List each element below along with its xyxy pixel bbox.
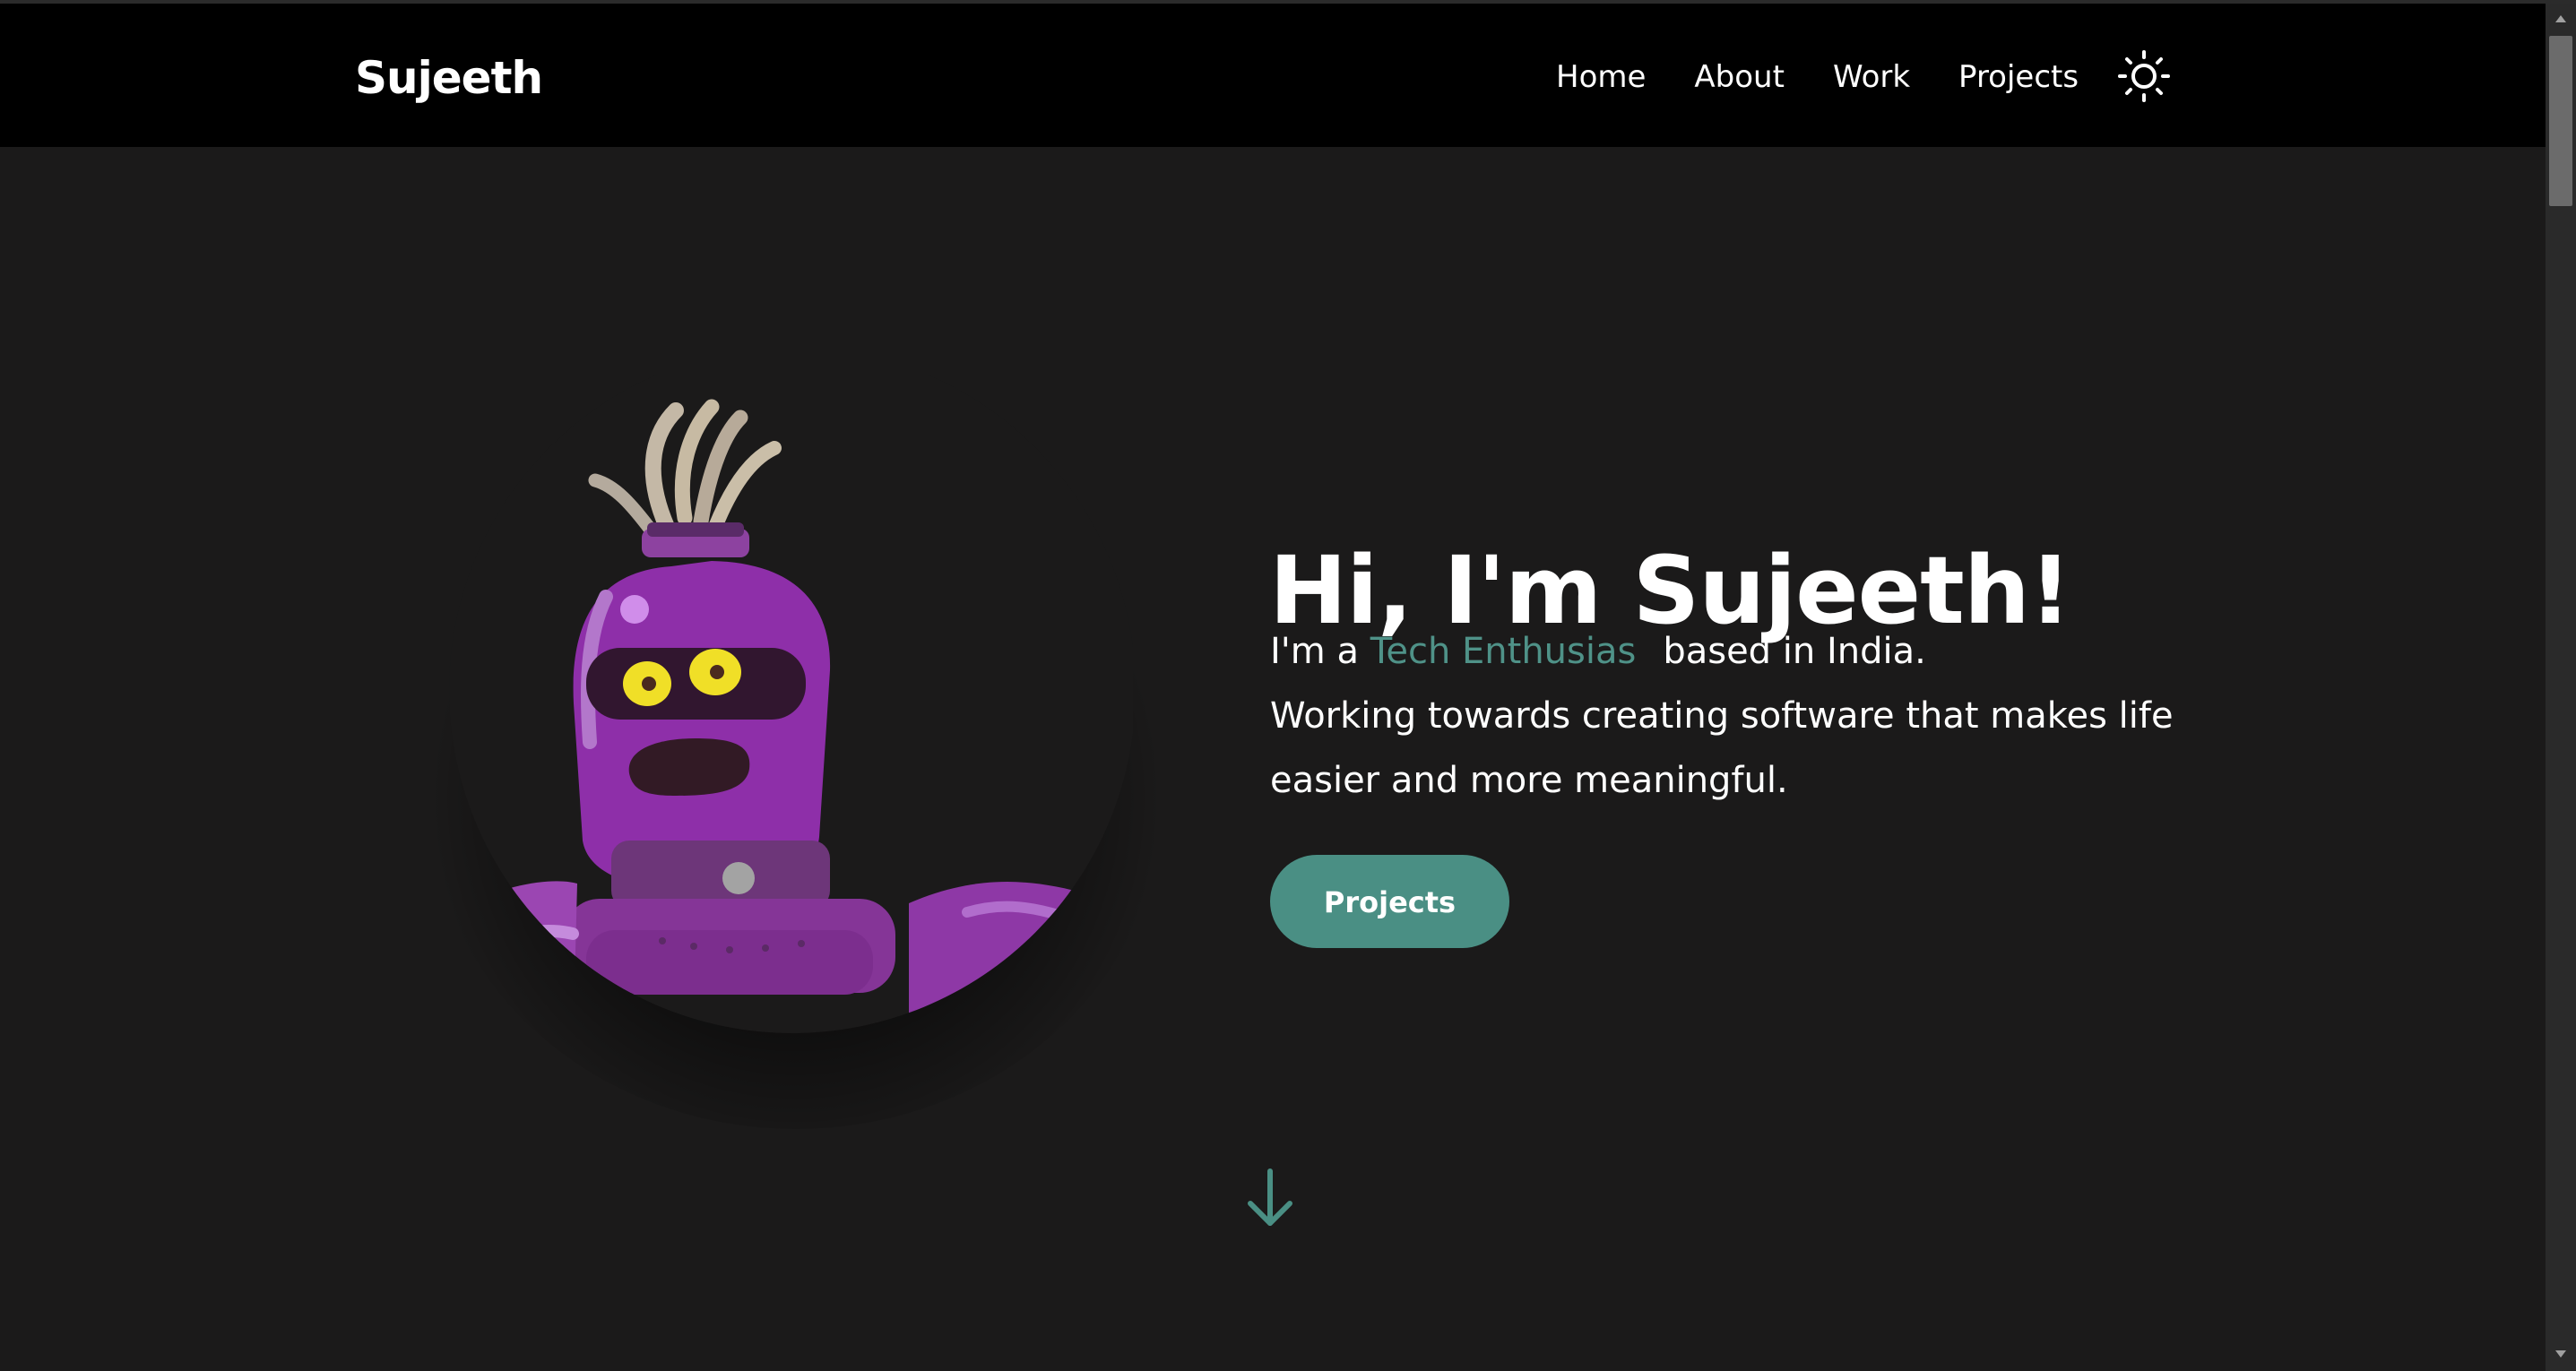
typing-highlight: Tech Enthusias xyxy=(1370,631,1637,672)
arrow-down-icon[interactable] xyxy=(1243,1168,1297,1230)
robot-avatar xyxy=(449,375,1133,1033)
scroll-down-button[interactable] xyxy=(2546,1341,2576,1367)
sun-icon[interactable] xyxy=(2118,50,2170,102)
projects-button[interactable]: Projects xyxy=(1270,855,1509,948)
triangle-down-icon xyxy=(2555,1350,2566,1358)
scroll-up-button[interactable] xyxy=(2546,5,2576,32)
description-text: Working towards creating software that m… xyxy=(1270,695,2174,801)
scrollbar-thumb[interactable] xyxy=(2549,36,2572,206)
nav-home[interactable]: Home xyxy=(1556,57,1646,97)
nav-projects[interactable]: Projects xyxy=(1958,57,2079,97)
nav-work[interactable]: Work xyxy=(1833,57,1910,97)
portfolio-page: Sujeeth Home About Work Projects Hi, I'm… xyxy=(0,0,2576,1371)
site-brand[interactable]: Sujeeth xyxy=(355,50,543,106)
navbar: Sujeeth Home About Work Projects xyxy=(0,4,2546,147)
intro-prefix: I'm a xyxy=(1270,631,1370,672)
nav-about[interactable]: About xyxy=(1694,57,1785,97)
vertical-scrollbar[interactable] xyxy=(2546,4,2576,1371)
intro-line: I'm a Tech Enthusias based in India. xyxy=(1270,619,2175,684)
intro-suffix: based in India. xyxy=(1663,631,1926,672)
primary-navigation: Home About Work Projects xyxy=(1556,57,2079,97)
hero-description: I'm a Tech Enthusias based in India. Work… xyxy=(1270,619,2175,813)
triangle-up-icon xyxy=(2555,15,2566,22)
